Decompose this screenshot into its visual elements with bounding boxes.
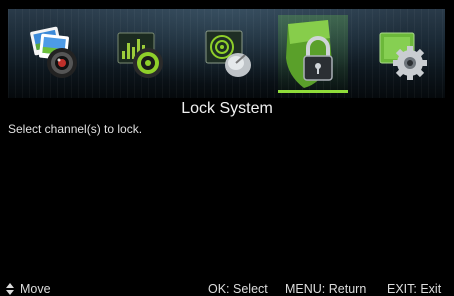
move-hint: Move [6,282,51,296]
up-down-arrows-icon [6,283,14,295]
channel-icon [200,25,258,83]
menu-item-sound[interactable] [106,15,176,93]
menu-item-picture[interactable] [20,15,90,93]
move-hint-label: Move [20,282,51,296]
menu-item-lock[interactable] [278,15,348,93]
footer-hints: Move OK: Select MENU: Return EXIT: Exit [0,282,454,296]
setup-icon [374,25,432,83]
lock-icon [280,18,346,90]
menu-item-setup[interactable] [368,15,438,93]
menu-item-channel[interactable] [194,15,264,93]
sound-icon [112,25,170,83]
main-menu-bar [8,9,445,98]
page-title: Lock System [181,100,273,117]
exit-hint: EXIT: Exit [387,282,442,296]
select-hint: OK: Select [208,282,268,296]
picture-icon [26,25,84,83]
instruction-text: Select channel(s) to lock. [8,122,143,136]
return-hint: MENU: Return [285,282,367,296]
